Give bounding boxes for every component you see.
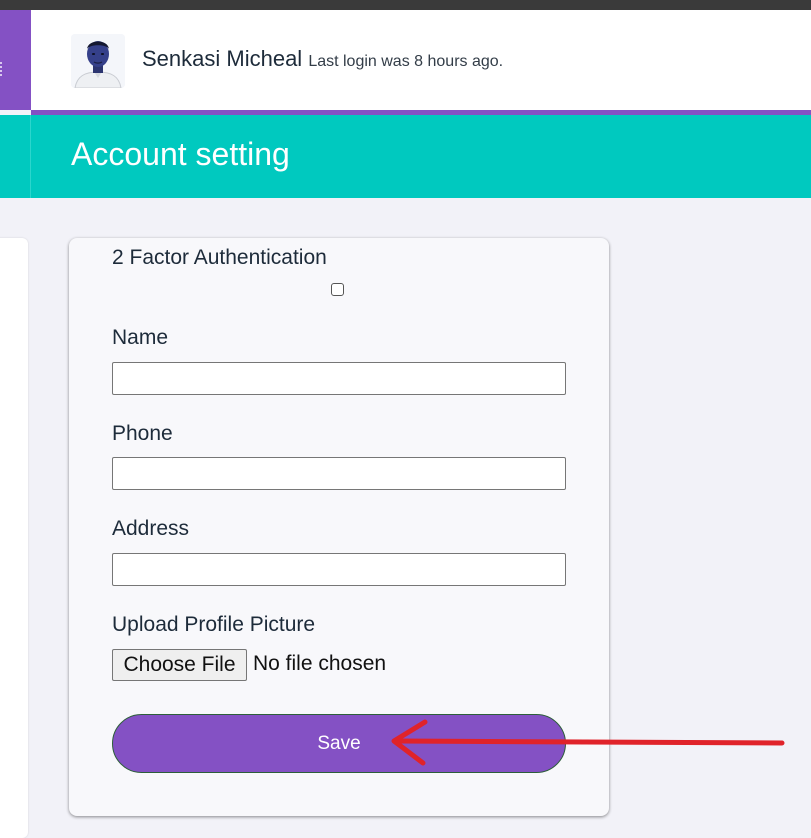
choose-file-button[interactable]: Choose File [112, 649, 247, 681]
address-input[interactable] [112, 553, 566, 586]
save-button[interactable]: Save [112, 714, 566, 773]
name-input[interactable] [112, 362, 566, 395]
user-name: Senkasi Micheal [142, 46, 303, 71]
address-label: Address [112, 517, 190, 540]
window-top-strip [0, 0, 811, 10]
upload-picture-label: Upload Profile Picture [112, 613, 316, 636]
account-settings-form: 2 Factor Authentication Name Phone Addre… [69, 238, 609, 816]
user-info: Senkasi Micheal Last login was 8 hours a… [142, 46, 503, 72]
file-status-text: No file chosen [253, 652, 387, 675]
last-login-text: Last login was 8 hours ago. [308, 53, 504, 70]
phone-label: Phone [112, 422, 173, 445]
two-factor-label: 2 Factor Authentication [112, 246, 327, 269]
sidebar-edge[interactable] [0, 10, 31, 110]
phone-input[interactable] [112, 457, 566, 490]
banner-divider [30, 115, 31, 198]
avatar[interactable] [71, 34, 125, 88]
name-label: Name [112, 326, 169, 349]
left-side-panel [0, 238, 28, 838]
page-title: Account setting [71, 136, 290, 172]
page-title-banner: Account setting [0, 115, 811, 198]
top-header: Senkasi Micheal Last login was 8 hours a… [31, 10, 811, 110]
two-factor-checkbox[interactable] [331, 283, 344, 296]
sidebar-toggle-dots-icon[interactable] [0, 62, 4, 76]
user-avatar-icon [71, 34, 125, 88]
